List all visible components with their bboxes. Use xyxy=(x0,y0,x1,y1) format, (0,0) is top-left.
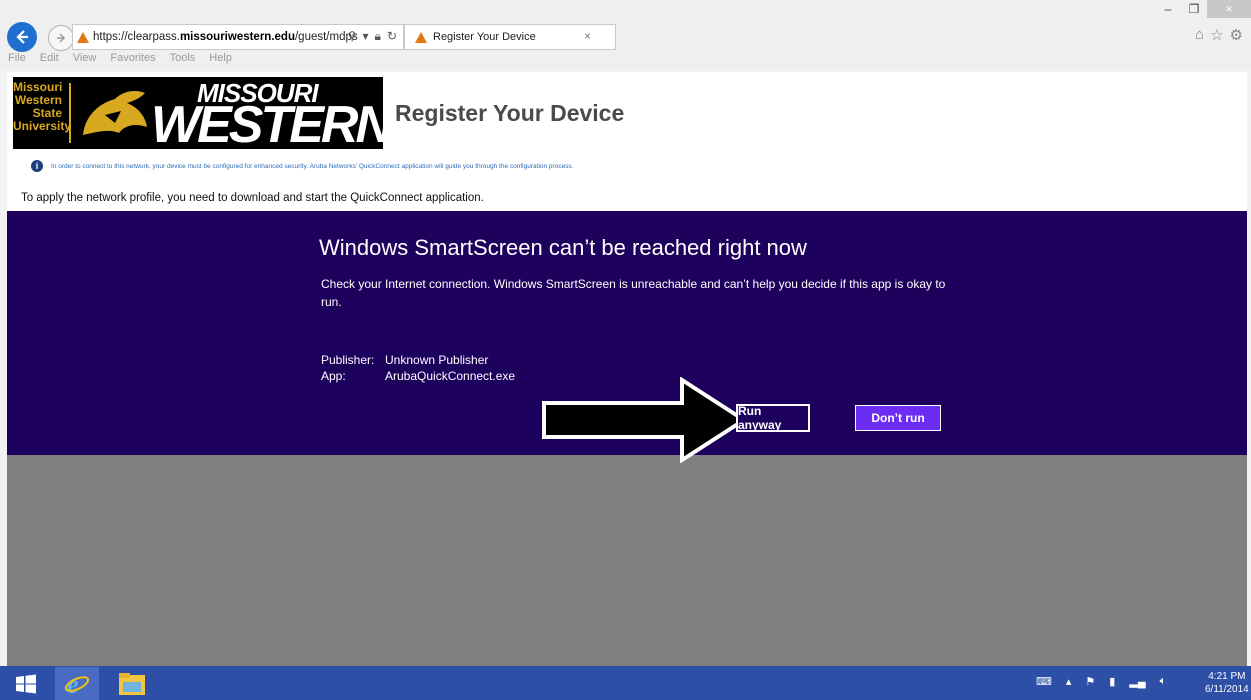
tab-favicon-icon xyxy=(415,31,427,43)
info-icon: i xyxy=(31,160,43,172)
back-arrow-icon xyxy=(16,30,28,44)
internet-explorer-icon: e xyxy=(64,671,90,697)
pointer-arrow-icon xyxy=(542,377,748,463)
url-prefix: https://clearpass. xyxy=(93,31,180,43)
minimize-button[interactable]: ‒ xyxy=(1155,0,1181,18)
browser-chrome: ‒ ❐ × https://clearpass.missouriwestern.… xyxy=(0,0,1251,68)
close-window-button[interactable]: × xyxy=(1207,0,1251,18)
search-icon[interactable]: ⚲ xyxy=(348,29,357,44)
menu-edit[interactable]: Edit xyxy=(40,52,59,68)
dont-run-button[interactable]: Don’t run xyxy=(855,405,941,431)
close-tab-icon[interactable]: × xyxy=(584,29,591,43)
windows-start-icon[interactable] xyxy=(16,674,36,694)
smartscreen-message: Check your Internet connection. Windows … xyxy=(321,277,946,309)
menu-tools[interactable]: Tools xyxy=(170,52,196,68)
forward-button[interactable] xyxy=(48,25,74,51)
restore-button[interactable]: ❐ xyxy=(1181,0,1207,18)
menu-help[interactable]: Help xyxy=(209,52,232,68)
taskbar: e ⌨ ▴ ⚑ ▮ ▂▄ 🔈︎ 4:21 PM 6/11/2014 xyxy=(0,666,1251,700)
university-logo: Missouri Western State University MISSOU… xyxy=(13,77,393,151)
lock-icon[interactable]: 🔒︎ xyxy=(375,29,381,44)
info-text: In order to connect to this network, you… xyxy=(51,162,574,170)
apply-instructions: To apply the network profile, you need t… xyxy=(21,192,484,204)
app-details: Publisher: Unknown Publisher App: ArubaQui… xyxy=(321,352,515,384)
file-explorer-icon xyxy=(119,673,145,695)
refresh-icon[interactable]: ↻ xyxy=(387,29,397,44)
system-tray: ⌨ ▴ ⚑ ▮ ▂▄ 🔈︎ xyxy=(1036,675,1166,688)
web-page: Missouri Western State University MISSOU… xyxy=(7,72,1247,666)
home-icon[interactable]: ⌂ xyxy=(1195,26,1204,44)
tab-title: Register Your Device xyxy=(433,31,536,43)
menu-favorites[interactable]: Favorites xyxy=(110,52,155,68)
url-domain: missouriwestern.edu xyxy=(179,31,295,43)
window-controls: ‒ ❐ × xyxy=(1155,0,1251,18)
app-label: App: xyxy=(321,369,346,383)
certificate-warning-icon xyxy=(77,31,89,43)
internet-explorer-taskbar-button[interactable]: e xyxy=(55,667,99,700)
address-bar[interactable]: https://clearpass.missouriwestern.edu/gu… xyxy=(72,24,404,50)
menu-bar: File Edit View Favorites Tools Help xyxy=(0,52,232,68)
publisher-value: Unknown Publisher xyxy=(385,353,489,367)
app-value: ArubaQuickConnect.exe xyxy=(385,369,516,383)
keyboard-icon[interactable]: ⌨ xyxy=(1036,675,1052,688)
battery-icon[interactable]: ▮ xyxy=(1109,675,1115,688)
back-button[interactable] xyxy=(7,22,37,52)
menu-file[interactable]: File xyxy=(8,52,26,68)
smartscreen-title: Windows SmartScreen can’t be reached rig… xyxy=(319,235,807,260)
menu-view[interactable]: View xyxy=(73,52,97,68)
url-text: https://clearpass.missouriwestern.edu/gu… xyxy=(93,31,358,43)
smartscreen-dialog: Windows SmartScreen can’t be reached rig… xyxy=(7,211,1247,463)
dropdown-icon[interactable]: ▾ xyxy=(363,29,369,44)
favorites-star-icon[interactable]: ☆ xyxy=(1210,26,1223,44)
volume-icon[interactable]: 🔈︎ xyxy=(1160,675,1167,688)
file-explorer-taskbar-button[interactable] xyxy=(112,669,152,699)
tab-register-device[interactable]: Register Your Device × xyxy=(404,24,616,50)
settings-gear-icon[interactable]: ⚙ xyxy=(1230,26,1243,44)
system-clock[interactable]: 4:21 PM 6/11/2014 xyxy=(1205,670,1249,696)
clock-time: 4:21 PM xyxy=(1208,671,1246,682)
network-signal-icon[interactable]: ▂▄ xyxy=(1129,675,1145,688)
logo-text-left: Missouri Western State University xyxy=(13,80,72,133)
show-hidden-icons-icon[interactable]: ▴ xyxy=(1066,675,1072,688)
publisher-label: Publisher: xyxy=(321,353,375,367)
clock-date: 6/11/2014 xyxy=(1205,684,1249,695)
logo-word-western: WESTERN xyxy=(151,96,393,154)
action-center-flag-icon[interactable]: ⚑ xyxy=(1085,675,1095,688)
run-anyway-button[interactable]: Run anyway xyxy=(736,404,810,432)
info-message: i In order to connect to this network, y… xyxy=(31,160,574,172)
forward-arrow-icon xyxy=(57,33,66,43)
page-title: Register Your Device xyxy=(395,100,625,126)
